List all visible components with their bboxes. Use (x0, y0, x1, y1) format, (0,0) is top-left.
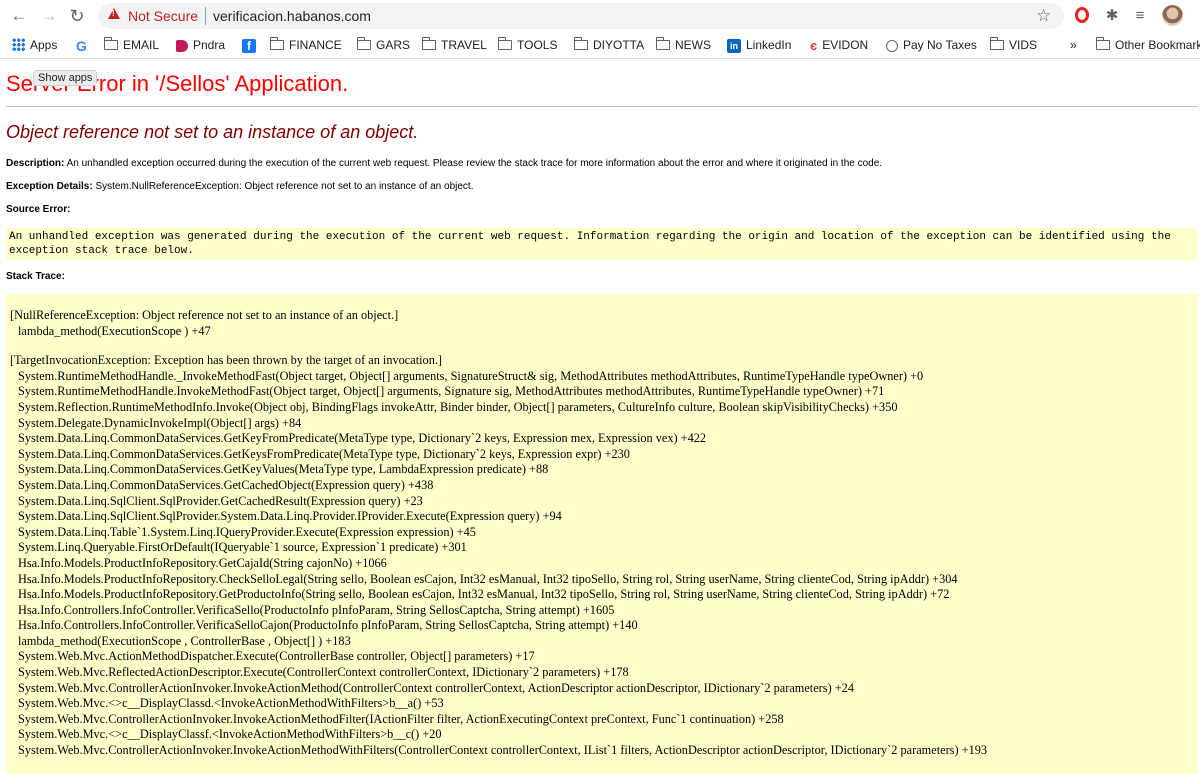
description-line: Description: An unhandled exception occu… (6, 158, 882, 169)
stack-trace-entry: System.Data.Linq.CommonDataServices.GetC… (18, 477, 434, 492)
source-error-box: An unhandled exception was generated dur… (6, 228, 1198, 260)
stack-trace-entry: Hsa.Info.Controllers.InfoController.Veri… (18, 618, 638, 633)
stack-trace-entry: System.Data.Linq.SqlClient.SqlProvider.S… (18, 509, 562, 524)
bookmark-pndra[interactable]: Pndra (176, 36, 225, 54)
stack-trace-entry: System.Data.Linq.CommonDataServices.GetK… (18, 431, 707, 446)
exception-line: Exception Details: System.NullReferenceE… (6, 181, 473, 192)
stack-trace-entry: System.Web.Mvc.ReflectedActionDescriptor… (18, 665, 629, 680)
stack-trace-entry: System.Web.Mvc.<>c__DisplayClassd.<Invok… (18, 696, 444, 711)
reload-icon[interactable]: ↻ (66, 5, 88, 27)
error-message: Object reference not set to an instance … (6, 122, 419, 142)
bookmark-vids[interactable]: VIDS (989, 36, 1037, 54)
not-secure-label[interactable]: Not Secure (128, 8, 198, 24)
reading-list-icon[interactable]: ≡ (1130, 6, 1150, 26)
forward-arrow-icon[interactable]: → (38, 5, 60, 27)
stack-trace-entry: lambda_method(ExecutionScope , Controlle… (18, 633, 351, 648)
profile-avatar[interactable] (1162, 5, 1183, 26)
page-title: Server Error in '/Sellos' Application. (6, 71, 349, 96)
bookmark-evidon[interactable]: є EVIDON (810, 36, 868, 54)
bookmark-travel[interactable]: TRAVEL (421, 36, 487, 54)
stack-trace-entry: System.Web.Mvc.ControllerActionInvoker.I… (18, 743, 988, 758)
stack-trace-entry: System.Data.Linq.CommonDataServices.GetK… (18, 446, 630, 461)
folder-icon (497, 36, 512, 50)
bookmarks-overflow-button[interactable]: » (1070, 36, 1077, 54)
pandora-icon (176, 39, 188, 52)
google-icon: G (76, 37, 87, 54)
bookmark-star-icon[interactable]: ☆ (1036, 6, 1051, 26)
bookmark-finance[interactable]: FINANCE (269, 36, 342, 54)
bookmark-email[interactable]: EMAIL (103, 36, 159, 54)
url-separator (205, 7, 206, 25)
bookmark-other[interactable]: Other Bookmarks (1095, 36, 1200, 54)
bookmark-apps[interactable]: Apps (12, 36, 57, 54)
folder-icon (421, 36, 436, 50)
bookmark-facebook[interactable]: f (242, 36, 261, 54)
stack-trace-entry: System.Data.Linq.CommonDataServices.GetK… (18, 462, 549, 477)
folder-icon (103, 36, 118, 50)
facebook-icon: f (242, 38, 256, 53)
opera-extension-icon[interactable] (1075, 7, 1089, 23)
folder-icon (1095, 36, 1110, 50)
bookmark-diyotta[interactable]: DIYOTTA (573, 36, 644, 54)
bookmark-pay-no-taxes[interactable]: Pay No Taxes (886, 36, 977, 54)
stack-trace-entry: [TargetInvocationException: Exception ha… (10, 353, 443, 368)
stack-trace-entry: System.Delegate.DynamicInvokeImpl(Object… (18, 415, 302, 430)
folder-icon (655, 36, 670, 50)
linkedin-icon: in (727, 38, 741, 53)
stack-trace-entry: Hsa.Info.Models.ProductInfoRepository.Ge… (18, 587, 950, 602)
page-content: Server Error in '/Sellos' Application. O… (6, 60, 1198, 774)
stack-trace-label: Stack Trace: (6, 271, 65, 282)
exception-label: Exception Details: (6, 181, 93, 192)
folder-icon (356, 36, 371, 50)
folder-icon (989, 36, 1004, 50)
source-error-label: Source Error: (6, 204, 71, 215)
stack-trace-entry: System.Web.Mvc.ControllerActionInvoker.I… (18, 711, 784, 726)
browser-toolbar: ← → ↻ Not Secure verificacion.habanos.co… (0, 0, 1200, 32)
stack-trace-entry: System.RuntimeMethodHandle.InvokeMethodF… (18, 384, 885, 399)
bookmarks-bar: Apps G EMAIL Pndra f FINANCE GARS TRAVEL… (0, 32, 1200, 59)
apps-grid-icon (12, 38, 25, 52)
stack-trace-entry: System.Linq.Queryable.FirstOrDefault(IQu… (18, 540, 467, 555)
stack-trace-entry: Hsa.Info.Controllers.InfoController.Veri… (18, 602, 615, 617)
extensions-puzzle-icon[interactable]: ✱ (1102, 6, 1122, 26)
stack-trace-entry: System.RuntimeMethodHandle._InvokeMethod… (18, 368, 924, 383)
url-text[interactable]: verificacion.habanos.com (213, 8, 371, 24)
globe-icon (886, 39, 898, 52)
stack-trace-entry: System.Web.Mvc.<>c__DisplayClassf.<Invok… (18, 727, 442, 742)
show-apps-tooltip: Show apps (33, 70, 98, 86)
stack-trace-box: [NullReferenceException: Object referenc… (6, 294, 1198, 774)
source-error-line: Source Error: (6, 204, 70, 215)
stack-trace-entry: Hsa.Info.Models.ProductInfoRepository.Ch… (18, 571, 958, 586)
stack-trace-entry: System.Reflection.RuntimeMethodInfo.Invo… (18, 399, 898, 414)
stack-trace-line: Stack Trace: (6, 271, 65, 282)
bookmark-tools[interactable]: TOOLS (497, 36, 557, 54)
description-label: Description: (6, 158, 65, 169)
folder-icon (573, 36, 588, 50)
evidon-icon: є (810, 37, 818, 53)
back-arrow-icon[interactable]: ← (8, 5, 30, 27)
stack-trace-entry: System.Data.Linq.Table`1.System.Linq.IQu… (18, 524, 476, 539)
stack-trace-entry (10, 339, 1198, 353)
stack-trace-entry: System.Web.Mvc.ActionMethodDispatcher.Ex… (18, 649, 535, 664)
folder-icon (269, 36, 284, 50)
bookmark-gars[interactable]: GARS (356, 36, 410, 54)
stack-trace-entry: Hsa.Info.Models.ProductInfoRepository.Ge… (18, 555, 387, 570)
exception-text: System.NullReferenceException: Object re… (95, 181, 474, 192)
address-bar[interactable]: Not Secure verificacion.habanos.com ☆ (98, 3, 1064, 29)
bookmark-news[interactable]: NEWS (655, 36, 711, 54)
description-text: An unhandled exception occurred during t… (66, 158, 883, 169)
stack-trace-entry: System.Data.Linq.SqlClient.SqlProvider.G… (18, 493, 423, 508)
bookmark-linkedin[interactable]: in LinkedIn (727, 36, 791, 54)
warning-icon (108, 8, 120, 19)
divider (6, 106, 1198, 107)
stack-trace-entry: [NullReferenceException: Object referenc… (10, 308, 399, 322)
bookmark-google[interactable]: G (76, 36, 92, 54)
stack-trace-entry: lambda_method(ExecutionScope ) +47 (18, 323, 211, 338)
stack-trace-entry: System.Web.Mvc.ControllerActionInvoker.I… (18, 680, 854, 695)
